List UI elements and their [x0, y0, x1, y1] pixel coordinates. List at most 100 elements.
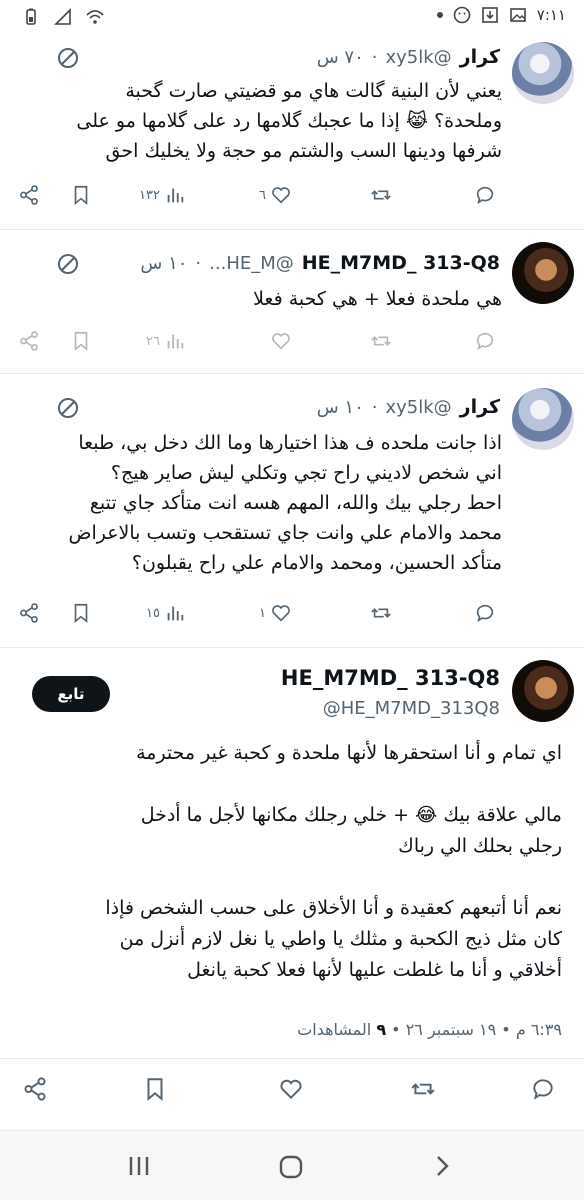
- author-handle[interactable]: @HE_M...: [209, 253, 294, 274]
- like-count: ٦: [259, 187, 266, 203]
- tweet-line: متأكد الحسين، ومحمد والامام علي راح يقبل…: [131, 552, 502, 574]
- notification-dot-icon: [436, 12, 443, 18]
- like-button[interactable]: [278, 1076, 304, 1102]
- tweet-time: ٧٠ س: [316, 46, 364, 68]
- download-icon: [481, 7, 498, 23]
- tweet-line: هي ملحدة فعلا + هي كحبة فعلا: [253, 288, 502, 310]
- tweet-text: اي تمام و أنا استحقرها لأنها ملحدة و كحب…: [22, 738, 562, 986]
- tweet-text: هي ملحدة فعلا + هي كحبة فعلا: [18, 284, 502, 314]
- views-count: ٩: [376, 1020, 387, 1039]
- reply-button[interactable]: [474, 330, 496, 352]
- tweet-line: اذا جانت ملحده ف هذا اختيارها وما الك دخ…: [78, 432, 502, 454]
- retweet-icon: [371, 608, 391, 618]
- tweet-line: شرفها ودينها السب والشتم مو حجة ولا يخلي…: [105, 140, 502, 162]
- reply-icon: [476, 332, 494, 351]
- retweet-icon: [371, 190, 391, 200]
- like-button[interactable]: ١: [259, 602, 292, 624]
- views-button[interactable]: ١٥: [146, 602, 186, 624]
- tweet-timestamp: ٦:٣٩ م • ١٩ سبتمبر ٢٦ •: [391, 1020, 562, 1039]
- tweet[interactable]: كرار @xy5lk · ١٠ س اذا جانت ملحده ف هذا …: [0, 374, 584, 648]
- tweet-line: اني شخص لاديني راح تجي وتكلي ليش صاير هي…: [110, 462, 502, 484]
- avatar[interactable]: [512, 242, 574, 304]
- share-button[interactable]: [18, 184, 40, 206]
- author-name[interactable]: HE_M7MD_ 313-Q8: [281, 666, 500, 690]
- author-handle[interactable]: @xy5lk: [385, 47, 451, 68]
- avatar[interactable]: [512, 388, 574, 450]
- retweet-button[interactable]: [370, 330, 392, 352]
- heart-icon: [280, 1079, 302, 1100]
- bookmark-button[interactable]: [70, 184, 92, 206]
- bookmark-button[interactable]: [142, 1076, 168, 1102]
- signal-icon: [54, 8, 71, 25]
- retweet-button[interactable]: [410, 1076, 436, 1102]
- tweet-line: رجلي بحلك الي رباك: [398, 835, 562, 857]
- analytics-icon: [167, 188, 184, 203]
- author-handle[interactable]: @HE_M7MD_313Q8: [323, 698, 500, 719]
- share-icon: [20, 331, 38, 351]
- wifi-icon: [86, 10, 104, 24]
- battery-icon: [26, 8, 36, 25]
- author-name[interactable]: HE_M7MD_ 313-Q8: [302, 252, 500, 274]
- recent-apps-icon[interactable]: [126, 1153, 152, 1179]
- reply-icon: [533, 1079, 553, 1100]
- reply-restricted-icon: [58, 254, 78, 274]
- author-name[interactable]: كرار: [460, 46, 500, 68]
- tweet-text: يعني لأن البنية گالت هاي مو قضيتي صارت گ…: [18, 76, 502, 166]
- views-count: ١٣٢: [139, 187, 160, 203]
- heart-icon: [272, 605, 290, 622]
- tweet-metadata: ٦:٣٩ م • ١٩ سبتمبر ٢٦ • ٩ المشاهدات: [297, 1020, 562, 1039]
- reply-button[interactable]: [474, 602, 496, 624]
- bookmark-button[interactable]: [70, 330, 92, 352]
- share-button[interactable]: [22, 1076, 48, 1102]
- home-icon[interactable]: [277, 1153, 305, 1181]
- tweet-line: كان مثل ذيج الكحبة و مثلك يا واطي يا نغل…: [119, 928, 562, 950]
- share-button[interactable]: [18, 330, 40, 352]
- tweet-time: ١٠ س: [316, 396, 364, 418]
- retweet-button[interactable]: [370, 602, 392, 624]
- avatar[interactable]: [512, 660, 574, 722]
- reply-restricted-icon: [58, 398, 78, 418]
- reply-restricted-icon: [58, 48, 78, 68]
- retweet-icon: [371, 336, 391, 346]
- heart-icon: [272, 333, 290, 350]
- tweet-line: أخلاقي و أنا ما غلطت عليها لأنها فعلا كح…: [187, 959, 562, 981]
- views-button[interactable]: ١٣٢: [139, 184, 186, 206]
- share-icon: [20, 603, 38, 623]
- tweet-line: محمد والامام علي وانت جاي تستقحب وتسب با…: [68, 522, 502, 544]
- retweet-button[interactable]: [370, 184, 392, 206]
- share-icon: [24, 1077, 46, 1101]
- back-icon[interactable]: [430, 1153, 454, 1179]
- author-handle[interactable]: @xy5lk: [385, 397, 451, 418]
- author-name[interactable]: كرار: [460, 396, 500, 418]
- share-button[interactable]: [18, 602, 40, 624]
- tweet-text: اذا جانت ملحده ف هذا اختيارها وما الك دخ…: [18, 428, 502, 578]
- reply-icon: [476, 186, 494, 205]
- image-icon: [509, 8, 526, 22]
- emoji-face-icon: [453, 6, 471, 24]
- views-label: المشاهدات: [297, 1020, 372, 1039]
- tweet-line: اي تمام و أنا استحقرها لأنها ملحدة و كحب…: [136, 742, 562, 764]
- analytics-icon: [167, 334, 184, 349]
- bookmark-button[interactable]: [70, 602, 92, 624]
- reply-button[interactable]: [530, 1076, 556, 1102]
- avatar[interactable]: [512, 42, 574, 104]
- bookmark-icon: [74, 331, 88, 352]
- reply-icon: [476, 604, 494, 623]
- retweet-icon: [411, 1083, 435, 1095]
- tweet[interactable]: HE_M7MD_ 313-Q8 @HE_M... · ١٠ س هي ملحدة…: [0, 230, 584, 374]
- views-count: ٢٦: [146, 333, 160, 349]
- tweet-line: نعم أنا أتبعهم كعقيدة و أنا الأخلاق على …: [105, 897, 562, 919]
- tweet-time: ١٠ س: [140, 252, 188, 274]
- tweet-line: وملحدة؟ 😹 إذا ما عجبك گلامها رد على گلام…: [76, 110, 502, 132]
- views-button[interactable]: ٢٦: [146, 330, 186, 352]
- bookmark-icon: [147, 1078, 163, 1101]
- like-button[interactable]: ٦: [259, 184, 292, 206]
- tweet[interactable]: كرار @xy5lk · ٧٠ س يعني لأن البنية گالت …: [0, 36, 584, 230]
- status-bar: ٧:١١: [0, 0, 584, 36]
- views-count: ١٥: [146, 605, 160, 621]
- follow-button[interactable]: تابع: [32, 676, 110, 712]
- reply-button[interactable]: [474, 184, 496, 206]
- like-button[interactable]: [270, 330, 292, 352]
- like-count: ١: [259, 605, 266, 621]
- tweet-line: يعني لأن البنية گالت هاي مو قضيتي صارت گ…: [125, 80, 502, 102]
